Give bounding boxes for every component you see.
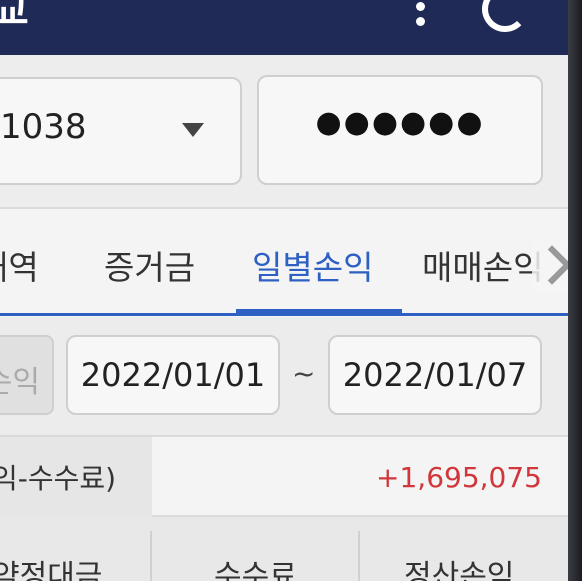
end-date-field[interactable]: 2022/01/07 <box>328 335 542 415</box>
summary-row: 익-수수료) +1,695,075 <box>0 435 568 517</box>
chevron-right-icon[interactable] <box>532 241 568 293</box>
tab-trade-profit[interactable]: 매매손익 <box>422 241 543 289</box>
password-mask: ●●●●●● <box>315 105 485 140</box>
account-select[interactable]: 1038 <box>0 77 242 185</box>
header-title: 교 <box>0 0 29 34</box>
column-header-fee: 수수료 <box>214 559 297 581</box>
date-range-separator: ~ <box>292 357 316 390</box>
column-header-contract-amount: 약정대금 <box>0 559 103 581</box>
device-bezel <box>568 0 582 581</box>
column-divider <box>358 531 360 581</box>
refresh-icon[interactable] <box>482 0 528 32</box>
account-row: 1038 ●●●●●● <box>0 55 568 207</box>
table-header: 약정대금 수수료 정산손익 <box>0 517 568 581</box>
start-date-field[interactable]: 2022/01/01 <box>66 335 280 415</box>
summary-label: 익-수수료) <box>0 462 117 495</box>
tab-history[interactable]: 내역 <box>0 241 39 289</box>
profit-type-label: 손익 <box>0 365 40 400</box>
column-divider <box>150 531 152 581</box>
dropdown-caret-icon <box>182 123 204 137</box>
date-filter-row: 손익 2022/01/01 ~ 2022/01/07 <box>0 317 568 435</box>
password-field[interactable]: ●●●●●● <box>257 75 543 185</box>
summary-value: +1,695,075 <box>376 461 542 494</box>
profit-type-button[interactable]: 손익 <box>0 335 54 415</box>
vertical-dots-icon[interactable] <box>412 2 428 28</box>
account-number: 1038 <box>0 107 87 147</box>
column-header-settlement-profit: 정산손익 <box>404 559 515 581</box>
summary-label-cell: 익-수수료) <box>0 437 152 517</box>
tab-bar: 내역 증거금 일별손익 매매손익 <box>0 207 568 317</box>
app-screen: 교 1038 ●●●●●● 내역 증거금 일별손익 매매손익 손익 2022/0… <box>0 0 568 581</box>
tab-margin[interactable]: 증거금 <box>104 241 195 289</box>
active-tab-indicator <box>236 309 402 315</box>
app-header: 교 <box>0 0 568 55</box>
tab-daily-profit[interactable]: 일별손익 <box>252 241 373 289</box>
